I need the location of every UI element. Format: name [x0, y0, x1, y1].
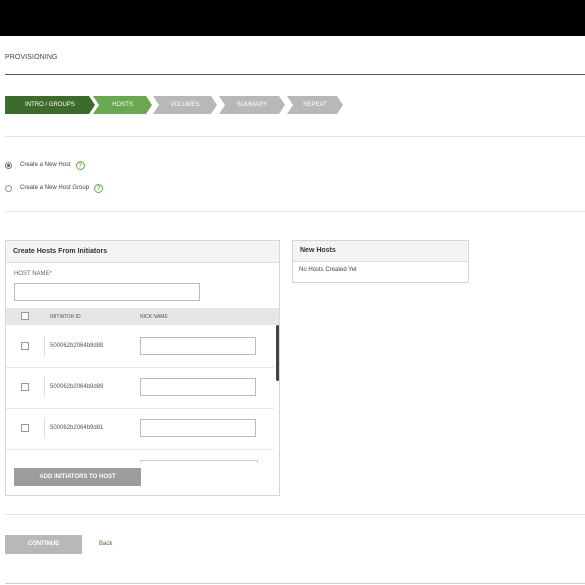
host-name-label: HOST NAME*: [14, 271, 52, 277]
panel-title: Create Hosts From Initiators: [6, 241, 279, 263]
page-title: PROVISIONING: [5, 54, 58, 61]
host-name-input[interactable]: [14, 283, 200, 301]
add-initiators-button[interactable]: ADD INITIATORS TO HOST: [14, 468, 141, 486]
new-hosts-panel: New Hosts No Hosts Created Yet: [292, 240, 469, 283]
create-hosts-panel: Create Hosts From Initiators HOST NAME* …: [5, 240, 280, 496]
nickname-input[interactable]: [140, 337, 256, 355]
help-icon[interactable]: ?: [75, 160, 85, 170]
panel-title: New Hosts: [293, 241, 468, 262]
column-nick-name: NICK NAME: [140, 314, 168, 320]
partial-nickname-input: [140, 460, 258, 463]
new-host-group-radio[interactable]: [5, 184, 12, 192]
option-new-host-group[interactable]: Create a New Host Group ?: [5, 182, 104, 194]
table-row: 500062b2064b9d88: [6, 326, 274, 368]
option-new-host[interactable]: Create a New Host ?: [5, 159, 85, 171]
initiator-id: 500062b2064b9d81: [50, 425, 104, 431]
required-mark: *: [49, 271, 52, 277]
new-host-radio[interactable]: [5, 161, 12, 169]
new-host-group-label: Create a New Host Group: [20, 185, 90, 191]
table-row: 500062b2064b9d81: [6, 408, 274, 450]
cell-divider: [44, 418, 45, 438]
step-intro-groups[interactable]: INTRO / GROUPS: [5, 96, 95, 114]
table-scrollbar[interactable]: [276, 325, 279, 381]
step-hosts[interactable]: HOSTS: [93, 96, 152, 114]
empty-state-text: No Hosts Created Yet: [299, 267, 357, 273]
row-checkbox[interactable]: [21, 342, 29, 350]
back-link[interactable]: Back: [99, 541, 112, 547]
cell-divider: [44, 377, 45, 397]
row-checkbox[interactable]: [21, 383, 29, 391]
title-divider: [5, 74, 585, 75]
row-checkbox[interactable]: [21, 424, 29, 432]
step-summary[interactable]: SUMMARY: [219, 96, 285, 114]
divider: [5, 136, 585, 137]
bottom-divider: [5, 583, 585, 584]
column-initiator-id: INITIATOR ID: [50, 314, 81, 320]
table-header: INITIATOR ID NICK NAME: [6, 308, 279, 325]
divider: [5, 514, 585, 515]
new-host-label: Create a New Host: [20, 162, 71, 168]
help-icon[interactable]: ?: [94, 183, 104, 193]
step-repeat[interactable]: REPEAT: [287, 96, 343, 114]
initiator-id: 500062b2064b9d88: [50, 343, 104, 349]
cell-divider: [44, 336, 45, 356]
initiator-id: 500062b2064b9d89: [50, 384, 104, 390]
top-bar: [0, 0, 585, 36]
table-row: 500062b2064b9d89: [6, 367, 274, 409]
divider: [5, 211, 585, 212]
step-volumes[interactable]: VOLUMES: [153, 96, 217, 114]
select-all-checkbox[interactable]: [21, 312, 29, 320]
nickname-input[interactable]: [140, 419, 256, 437]
nickname-input[interactable]: [140, 378, 256, 396]
continue-button[interactable]: CONTINUE: [5, 535, 82, 554]
